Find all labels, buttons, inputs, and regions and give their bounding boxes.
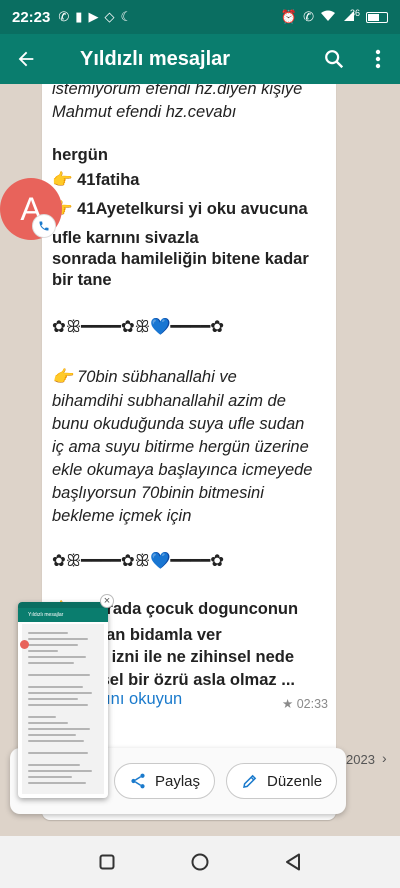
edit-label: Düzenle [267,772,323,790]
wifi-call-icon: ✆ [303,9,314,24]
youtube-icon: ▶ [88,9,99,24]
message-line: istemiyorum efendi hz.diyen kişiye [52,84,303,98]
edit-button[interactable]: Düzenle [226,763,338,799]
arrow-left-icon [18,51,34,67]
alarm-icon: ⏰ [280,9,298,24]
message-line: bunu okuduğunda suya ufle sudan [52,415,305,433]
thumbnail-title: Yıldızlı mesajlar [28,612,64,618]
signal-label: 36 [349,8,360,18]
thumbnail-avatar [20,640,29,649]
message-line: ufle karnını sivazla [52,229,199,247]
status-time: 22:23 [12,8,51,26]
message-meta: ★ 02:33 [282,696,328,711]
message-line: 👉 70bin sübhanallahi ve [52,368,237,386]
message-line: ekle okumaya başlayınca icmeyede [52,461,313,479]
home-circle-icon [191,853,209,871]
share-label: Paylaş [155,772,201,790]
page-title: Yıldızlı mesajlar [80,47,231,70]
sim-alert-icon: ▮ [75,9,83,24]
message-line: hergün [52,146,108,164]
battery-icon [366,11,388,23]
status-bar: 22:23 ✆ ▮ ▶ ◇ ☾ ⏰ ✆ 36 [0,0,400,34]
message-line: 👉 41Ayetelkursi yi oku avucuna [52,200,308,218]
star-icon: ★ [282,697,294,711]
date-label: 2023 [346,752,375,767]
message-line: 👉 41fatiha [52,171,140,189]
message-line: sonrada hamileliğin bitene kadar [52,250,309,268]
moon-icon: ☾ [120,9,133,24]
message-line: başlıyorsun 70binin bitmesini [52,484,264,502]
pencil-icon [243,774,257,788]
back-triangle-icon [286,853,301,871]
message-line: Mahmut efendi hz.cevabı [52,103,237,121]
phone-icon: ✆ [58,9,70,24]
message-line: iç ama suyu bitirme hergün üzerine [52,438,309,456]
thumbnail-body [22,624,104,794]
thumbnail-app-bar: Yıldızlı mesajlar [18,608,108,622]
message-line: bir tane [52,271,112,289]
divider-line: ✿ꕥ━━━━✿ꕥ💙━━━━✿ [52,552,225,570]
wifi-icon [320,10,336,25]
screenshot-thumbnail[interactable]: Yıldızlı mesajlar [18,602,108,798]
app-bar: Yıldızlı mesajlar [0,34,400,84]
phone-icon [32,214,56,238]
signal-gap-icon: ◇ [104,9,115,24]
system-back-button[interactable] [277,846,309,878]
search-button[interactable] [312,34,356,84]
share-icon [131,773,145,789]
search-icon [325,50,344,69]
chevron-right-icon[interactable]: › [382,750,387,766]
more-vertical-icon [375,49,381,69]
share-button[interactable]: Paylaş [114,763,216,799]
message-line: bekleme içmek için [52,507,192,525]
home-button[interactable] [184,846,216,878]
recents-square-icon [99,854,115,870]
back-button[interactable] [0,34,52,84]
message-line: bihamdihi subhanallahil azim de [52,392,286,410]
more-options-button[interactable] [356,34,400,84]
recents-button[interactable] [91,846,123,878]
system-nav-bar [0,836,400,888]
message-time: 02:33 [296,697,328,711]
close-icon[interactable]: × [100,594,114,608]
status-left-icons: ✆ ▮ ▶ ◇ ☾ [58,9,132,25]
divider-line: ✿ꕥ━━━━✿ꕥ💙━━━━✿ [52,318,225,336]
status-right-icons: ⏰ ✆ 36 [280,8,388,25]
